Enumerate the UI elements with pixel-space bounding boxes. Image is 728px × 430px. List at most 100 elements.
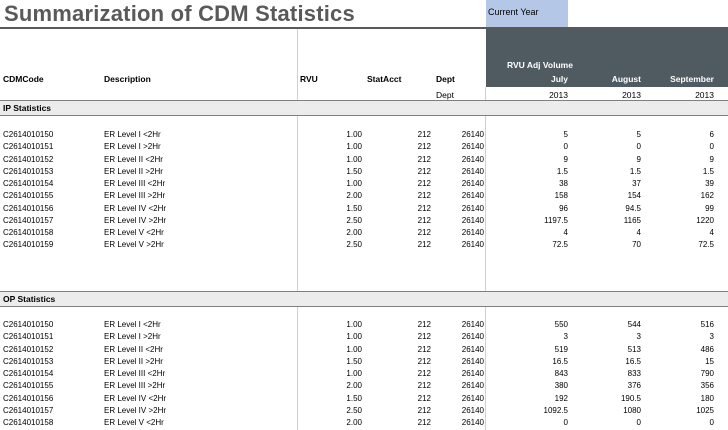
rvu-cell[interactable]: 1.50 bbox=[300, 167, 362, 176]
current-year-input[interactable] bbox=[568, 0, 728, 27]
august-volume-cell[interactable]: 16.5 bbox=[570, 357, 641, 366]
cdm-code-cell[interactable]: C2614010153 bbox=[3, 357, 53, 366]
rvu-cell[interactable]: 2.50 bbox=[300, 240, 362, 249]
cdm-code-cell[interactable]: C2614010157 bbox=[3, 406, 53, 415]
august-volume-cell[interactable]: 1.5 bbox=[570, 167, 641, 176]
description-cell[interactable]: ER Level V <2Hr bbox=[104, 418, 164, 427]
description-cell[interactable]: ER Level III >2Hr bbox=[104, 191, 165, 200]
august-volume-cell[interactable]: 833 bbox=[570, 369, 641, 378]
august-volume-cell[interactable]: 190.5 bbox=[570, 394, 641, 403]
rvu-cell[interactable]: 1.00 bbox=[300, 142, 362, 151]
rvu-cell[interactable]: 2.00 bbox=[300, 381, 362, 390]
september-volume-cell[interactable]: 4 bbox=[645, 228, 714, 237]
rvu-cell[interactable]: 2.00 bbox=[300, 418, 362, 427]
table-row[interactable]: C2614010151 ER Level I >2Hr 1.00 212 26140 0 0… bbox=[0, 142, 728, 154]
statacct-cell[interactable]: 212 bbox=[380, 142, 431, 151]
dept-cell[interactable]: 26140 bbox=[440, 345, 484, 354]
rvu-cell[interactable]: 1.00 bbox=[300, 320, 362, 329]
july-volume-cell[interactable]: 1092.5 bbox=[490, 406, 568, 415]
july-volume-cell[interactable]: 16.5 bbox=[490, 357, 568, 366]
july-volume-cell[interactable]: 1197.5 bbox=[490, 216, 568, 225]
august-volume-cell[interactable]: 37 bbox=[570, 179, 641, 188]
september-volume-cell[interactable]: 486 bbox=[645, 345, 714, 354]
table-row[interactable]: C2614010156 ER Level IV <2Hr 1.50 212 26140 1… bbox=[0, 394, 728, 406]
description-cell[interactable]: ER Level II >2Hr bbox=[104, 167, 163, 176]
dept-cell[interactable]: 26140 bbox=[440, 167, 484, 176]
rvu-cell[interactable]: 1.00 bbox=[300, 155, 362, 164]
cdm-code-cell[interactable]: C2614010155 bbox=[3, 381, 53, 390]
september-volume-cell[interactable]: 180 bbox=[645, 394, 714, 403]
september-volume-cell[interactable]: 15 bbox=[645, 357, 714, 366]
rvu-cell[interactable]: 1.00 bbox=[300, 345, 362, 354]
september-volume-cell[interactable]: 1220 bbox=[645, 216, 714, 225]
cdm-code-cell[interactable]: C2614010154 bbox=[3, 369, 53, 378]
rvu-cell[interactable]: 1.00 bbox=[300, 179, 362, 188]
dept-cell[interactable]: 26140 bbox=[440, 204, 484, 213]
cdm-code-cell[interactable]: C2614010158 bbox=[3, 418, 53, 427]
description-cell[interactable]: ER Level V >2Hr bbox=[104, 240, 164, 249]
cdm-code-cell[interactable]: C2614010151 bbox=[3, 142, 53, 151]
rvu-cell[interactable]: 1.50 bbox=[300, 394, 362, 403]
august-volume-cell[interactable]: 1080 bbox=[570, 406, 641, 415]
august-volume-cell[interactable]: 5 bbox=[570, 130, 641, 139]
dept-cell[interactable]: 26140 bbox=[440, 369, 484, 378]
july-volume-cell[interactable]: 0 bbox=[490, 142, 568, 151]
cdm-code-cell[interactable]: C2614010156 bbox=[3, 394, 53, 403]
dept-cell[interactable]: 26140 bbox=[440, 191, 484, 200]
statacct-cell[interactable]: 212 bbox=[380, 320, 431, 329]
rvu-cell[interactable]: 2.00 bbox=[300, 191, 362, 200]
statacct-cell[interactable]: 212 bbox=[380, 204, 431, 213]
cdm-code-cell[interactable]: C2614010151 bbox=[3, 332, 53, 341]
description-cell[interactable]: ER Level III <2Hr bbox=[104, 179, 165, 188]
cdm-code-cell[interactable]: C2614010152 bbox=[3, 345, 53, 354]
col-header-july[interactable]: July bbox=[490, 74, 568, 84]
september-volume-cell[interactable]: 72.5 bbox=[645, 240, 714, 249]
july-volume-cell[interactable]: 380 bbox=[490, 381, 568, 390]
cdm-code-cell[interactable]: C2614010152 bbox=[3, 155, 53, 164]
table-row[interactable]: C2614010150 ER Level I <2Hr 1.00 212 26140 55… bbox=[0, 320, 728, 332]
table-row[interactable]: C2614010157 ER Level IV >2Hr 2.50 212 26140 1… bbox=[0, 406, 728, 418]
col-header-rvu[interactable]: RVU bbox=[300, 74, 318, 84]
statacct-cell[interactable]: 212 bbox=[380, 332, 431, 341]
statacct-cell[interactable]: 212 bbox=[380, 179, 431, 188]
rvu-cell[interactable]: 1.00 bbox=[300, 332, 362, 341]
september-volume-cell[interactable]: 0 bbox=[645, 142, 714, 151]
dept-cell[interactable]: 26140 bbox=[440, 394, 484, 403]
dept-cell[interactable]: 26140 bbox=[440, 240, 484, 249]
description-cell[interactable]: ER Level IV >2Hr bbox=[104, 216, 166, 225]
september-volume-cell[interactable]: 3 bbox=[645, 332, 714, 341]
july-volume-cell[interactable]: 1.5 bbox=[490, 167, 568, 176]
rvu-cell[interactable]: 1.50 bbox=[300, 204, 362, 213]
table-row[interactable]: C2614010154 ER Level III <2Hr 1.00 212 26140… bbox=[0, 179, 728, 191]
july-volume-cell[interactable]: 843 bbox=[490, 369, 568, 378]
description-cell[interactable]: ER Level III <2Hr bbox=[104, 369, 165, 378]
august-volume-cell[interactable]: 4 bbox=[570, 228, 641, 237]
table-row[interactable]: C2614010154 ER Level III <2Hr 1.00 212 26140… bbox=[0, 369, 728, 381]
july-volume-cell[interactable]: 38 bbox=[490, 179, 568, 188]
section-header-op[interactable]: OP Statistics bbox=[0, 292, 728, 306]
statacct-cell[interactable]: 212 bbox=[380, 191, 431, 200]
description-cell[interactable]: ER Level I <2Hr bbox=[104, 130, 161, 139]
statacct-cell[interactable]: 212 bbox=[380, 357, 431, 366]
description-cell[interactable]: ER Level IV >2Hr bbox=[104, 406, 166, 415]
september-volume-cell[interactable]: 99 bbox=[645, 204, 714, 213]
cdm-code-cell[interactable]: C2614010156 bbox=[3, 204, 53, 213]
dept-cell[interactable]: 26140 bbox=[440, 228, 484, 237]
dept-cell[interactable]: 26140 bbox=[440, 155, 484, 164]
table-row[interactable]: C2614010155 ER Level III >2Hr 2.00 212 26140… bbox=[0, 381, 728, 393]
rvu-cell[interactable]: 1.00 bbox=[300, 130, 362, 139]
dept-cell[interactable]: 26140 bbox=[440, 216, 484, 225]
september-volume-cell[interactable]: 516 bbox=[645, 320, 714, 329]
statacct-cell[interactable]: 212 bbox=[380, 345, 431, 354]
statacct-cell[interactable]: 212 bbox=[380, 381, 431, 390]
col-header-statacct[interactable]: StatAcct bbox=[367, 74, 401, 84]
august-volume-cell[interactable]: 154 bbox=[570, 191, 641, 200]
table-row[interactable]: C2614010153 ER Level II >2Hr 1.50 212 26140 1… bbox=[0, 357, 728, 369]
cdm-code-cell[interactable]: C2614010153 bbox=[3, 167, 53, 176]
dept-cell[interactable]: 26140 bbox=[440, 418, 484, 427]
statacct-cell[interactable]: 212 bbox=[380, 228, 431, 237]
july-volume-cell[interactable]: 0 bbox=[490, 418, 568, 427]
july-volume-cell[interactable]: 9 bbox=[490, 155, 568, 164]
col-header-august[interactable]: August bbox=[570, 74, 641, 84]
dept-cell[interactable]: 26140 bbox=[440, 332, 484, 341]
